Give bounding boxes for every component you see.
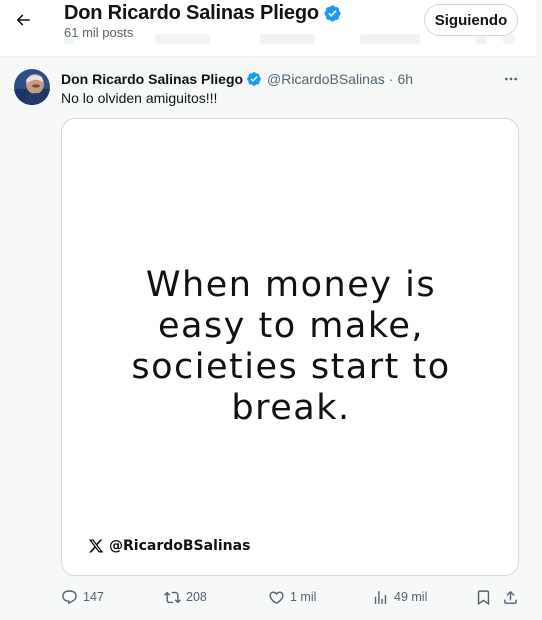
image-footer: @RicardoBSalinas [88, 538, 250, 554]
quote-line: societies start to [131, 347, 451, 387]
author-name[interactable]: Don Ricardo Salinas Pliego [61, 71, 243, 87]
like-button[interactable]: 1 mil [268, 586, 316, 608]
quote-line: When money is [145, 265, 437, 305]
post-image[interactable]: When money is easy to make, societies st… [61, 118, 519, 576]
quote-line: easy to make, [157, 306, 425, 346]
more-horizontal-icon [505, 77, 517, 81]
views-count: 49 mil [394, 590, 428, 604]
back-button[interactable] [8, 5, 38, 35]
tweet-detail-page: Don Ricardo Salinas Pliego 61 mil posts … [0, 0, 542, 620]
share-icon [504, 590, 517, 604]
profile-header: Don Ricardo Salinas Pliego 61 mil posts … [0, 0, 536, 57]
repost-button[interactable]: 208 [164, 586, 207, 608]
share-button[interactable] [502, 586, 519, 608]
like-icon [269, 590, 284, 604]
post-text: No lo olviden amiguitos!!! [61, 90, 218, 106]
post-action-bar: 147 208 1 mil 49 mil [61, 586, 521, 608]
like-count: 1 mil [290, 590, 317, 604]
reply-count: 147 [83, 590, 104, 604]
reply-icon [62, 589, 77, 604]
views-icon [374, 590, 387, 604]
post: Don Ricardo Salinas Pliego @RicardoBSali… [0, 58, 536, 620]
post-timestamp[interactable]: 6h [397, 71, 413, 87]
image-handle: @RicardoBSalinas [109, 538, 251, 554]
quote-text: When money is easy to make, societies st… [62, 265, 518, 429]
post-author-row: Don Ricardo Salinas Pliego @RicardoBSali… [61, 69, 413, 89]
bookmark-icon [477, 589, 490, 605]
quote-line: break. [231, 388, 351, 428]
reply-button[interactable]: 147 [61, 586, 104, 608]
views-button[interactable]: 49 mil [372, 586, 427, 608]
x-logo-icon [88, 538, 104, 554]
more-options-button[interactable] [500, 70, 522, 88]
separator-dot: · [388, 71, 394, 87]
author-handle[interactable]: @RicardoBSalinas [267, 71, 385, 87]
arrow-left-icon [16, 14, 30, 26]
avatar[interactable] [14, 69, 50, 105]
header-title-row: Don Ricardo Salinas Pliego [64, 0, 342, 26]
posts-count: 61 mil posts [64, 25, 134, 40]
bookmark-button[interactable] [475, 586, 492, 608]
verified-badge-icon [246, 71, 262, 87]
verified-badge-icon [323, 4, 342, 23]
repost-count: 208 [186, 590, 207, 604]
following-button[interactable]: Siguiendo [424, 4, 518, 36]
profile-display-name: Don Ricardo Salinas Pliego [64, 1, 319, 24]
repost-icon [164, 591, 181, 603]
